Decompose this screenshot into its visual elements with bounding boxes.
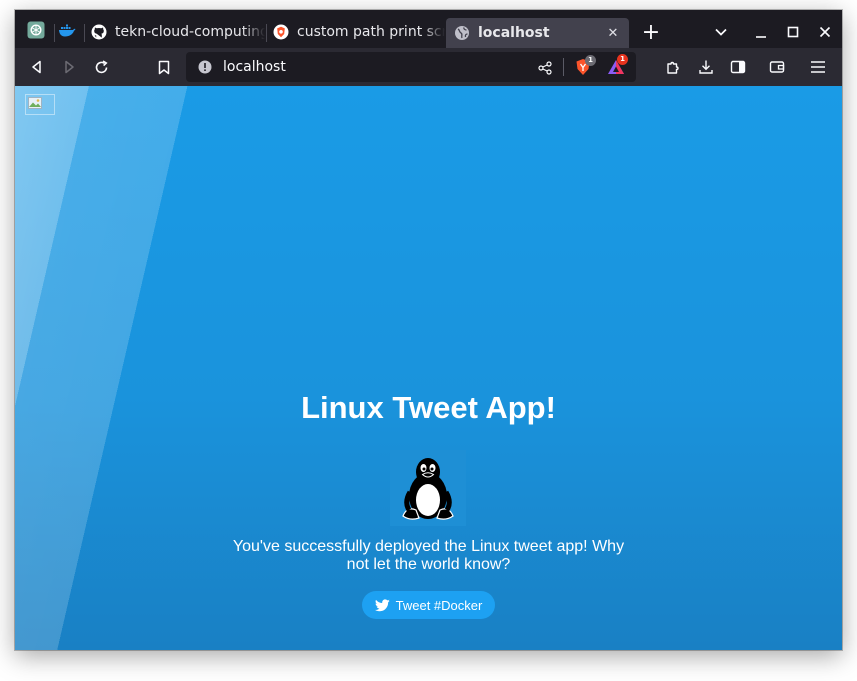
forward-button[interactable] xyxy=(57,55,81,79)
tab-title: custom path print scr xyxy=(297,24,445,40)
docker-icon xyxy=(58,22,76,42)
menu-button[interactable] xyxy=(806,55,830,79)
tux-penguin-icon xyxy=(402,458,454,520)
wallet-button[interactable] xyxy=(765,55,789,79)
extensions-button[interactable] xyxy=(662,55,686,79)
url-text[interactable]: localhost xyxy=(223,59,286,75)
shields-badge: 1 xyxy=(585,55,596,66)
divider xyxy=(563,58,564,76)
tux-logo xyxy=(390,450,466,526)
globe-icon xyxy=(454,25,470,41)
address-bar[interactable]: localhost 1 1 xyxy=(186,52,636,82)
tab-title: localhost xyxy=(478,25,550,41)
sidebar-icon xyxy=(730,60,746,74)
success-message: You've successfully deployed the Linux t… xyxy=(232,538,625,573)
twitter-bird-icon xyxy=(374,598,390,611)
openai-icon xyxy=(27,21,45,43)
brave-search-icon xyxy=(273,24,289,40)
puzzle-icon xyxy=(667,61,679,74)
navigation-toolbar: localhost 1 1 xyxy=(15,48,842,86)
tab-localhost[interactable]: localhost ✕ xyxy=(446,18,629,48)
maximize-button[interactable] xyxy=(781,18,805,46)
page-title: Linux Tweet App! xyxy=(301,390,556,425)
close-icon xyxy=(819,26,831,38)
broken-image-icon xyxy=(25,94,55,115)
pinned-tab-docker[interactable] xyxy=(53,18,81,46)
tab-strip: tekn-cloud-computing custom path print s… xyxy=(15,10,842,48)
brave-rewards-icon[interactable]: 1 xyxy=(607,54,628,76)
bookmark-button[interactable] xyxy=(152,55,176,79)
reload-button[interactable] xyxy=(89,55,113,79)
tweet-button-label: Tweet #Docker xyxy=(395,597,483,613)
chevron-down-icon xyxy=(715,28,727,36)
download-icon xyxy=(699,60,713,74)
back-button[interactable] xyxy=(25,55,49,79)
close-tab-icon[interactable]: ✕ xyxy=(605,26,621,41)
github-icon xyxy=(91,24,107,40)
tab-title: tekn-cloud-computing xyxy=(115,24,265,40)
bookmark-icon xyxy=(158,60,170,74)
site-info-icon[interactable] xyxy=(197,59,213,75)
tab-github[interactable]: tekn-cloud-computing xyxy=(83,18,265,46)
share-icon[interactable] xyxy=(538,60,552,79)
reload-icon xyxy=(95,59,108,73)
close-window-button[interactable] xyxy=(813,18,837,46)
forward-icon xyxy=(65,60,74,74)
page-content: Linux Tweet App! You've successfully dep… xyxy=(15,86,842,650)
tweet-button[interactable]: Tweet #Docker xyxy=(362,591,495,619)
new-tab-button[interactable]: + xyxy=(637,18,665,46)
back-icon xyxy=(32,60,41,74)
rewards-badge: 1 xyxy=(617,54,628,65)
browser-window: tekn-cloud-computing custom path print s… xyxy=(15,10,842,650)
pinned-tab-openai[interactable] xyxy=(22,18,50,46)
hamburger-menu-icon xyxy=(811,61,825,73)
minimize-icon xyxy=(756,36,766,38)
tab-brave-search[interactable]: custom path print scr xyxy=(265,18,445,46)
sidebar-button[interactable] xyxy=(726,55,750,79)
list-all-tabs-button[interactable] xyxy=(709,18,733,46)
maximize-icon xyxy=(787,26,799,38)
minimize-button[interactable] xyxy=(749,18,773,46)
wallet-icon xyxy=(769,61,785,73)
downloads-button[interactable] xyxy=(694,55,718,79)
brave-shields-icon[interactable]: 1 xyxy=(574,55,596,76)
